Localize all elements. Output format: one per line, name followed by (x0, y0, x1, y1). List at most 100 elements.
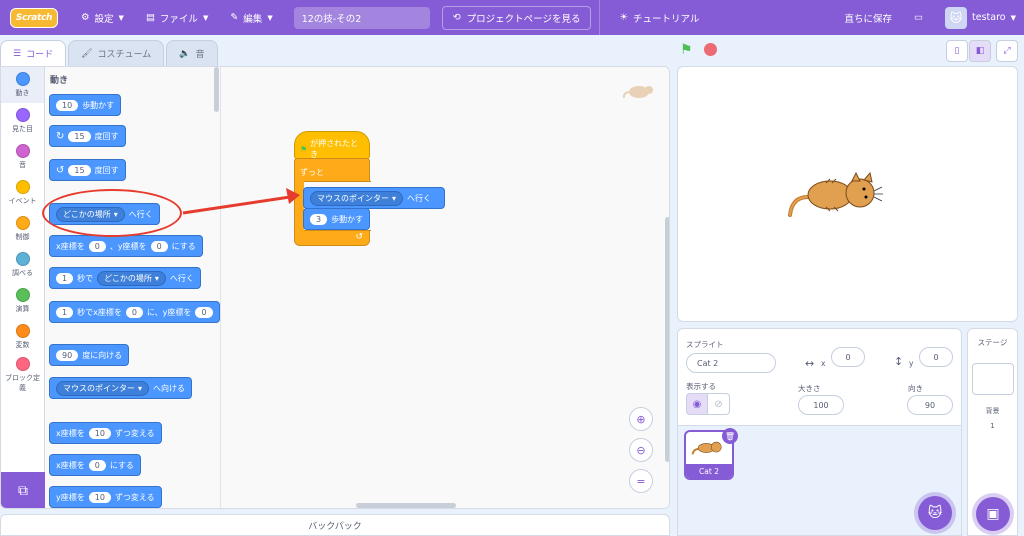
glide-to-block[interactable]: 1 秒で どこかの場所 ▾ へ行く (49, 267, 201, 289)
show-label: 表示する (686, 382, 716, 391)
scratch-logo[interactable]: Scratch (10, 7, 58, 28)
move-steps-block[interactable]: 10 歩動かす (49, 94, 122, 116)
x-value-input[interactable]: 0 (88, 459, 106, 471)
edit-label: 編集 (243, 13, 263, 25)
category-operators[interactable]: 演算 (1, 283, 44, 319)
turn-right-block[interactable]: ↻ 15 度回す (49, 125, 126, 147)
stage-canvas[interactable] (677, 66, 1018, 322)
script-goto-block[interactable]: マウスのポインター ▾ へ行く (303, 187, 445, 209)
block-text: x座標を (56, 460, 85, 470)
point-towards-block[interactable]: マウスのポインター ▾ へ向ける (49, 377, 193, 399)
zoom-reset-button[interactable]: = (629, 469, 653, 493)
category-events[interactable]: イベント (1, 175, 44, 211)
control-dot-icon (15, 216, 30, 230)
small-stage-button[interactable]: ▯ (946, 40, 968, 62)
y-change-input[interactable]: 10 (88, 491, 111, 503)
account-menu[interactable]: 🐱 testaro ▼ (945, 6, 1016, 29)
tab-costume[interactable]: 🖌 コスチューム (68, 40, 165, 66)
settings-menu[interactable]: ⚙ 設定 ▼ (70, 0, 135, 35)
script-goto-dropdown[interactable]: マウスのポインター ▾ (310, 190, 404, 206)
glide-xy-block[interactable]: 1 秒でx座標を 0 に、y座標を 0 (49, 301, 220, 323)
glide-target-dropdown[interactable]: どこかの場所 ▾ (97, 270, 166, 286)
file-menu[interactable]: ▤ ファイル ▼ (135, 0, 219, 35)
y-position-input[interactable]: 0 (919, 347, 953, 367)
category-sound[interactable]: 音 (1, 139, 44, 175)
point-direction-block[interactable]: 90 度に向ける (49, 344, 130, 366)
folder-icon[interactable]: ▭ (914, 12, 923, 23)
fullscreen-button[interactable]: ⤢ (996, 40, 1018, 62)
category-label: 変数 (15, 341, 30, 349)
seconds-input[interactable]: 1 (56, 272, 74, 284)
block-text: 度に向ける (82, 350, 123, 360)
script-workspace[interactable]: ⚑ が押されたとき ずっと ↺ マウスのポインター ▾ へ行く 3 歩動かす ⊕ ⊖ … (221, 67, 669, 508)
turn-left-block[interactable]: ↺ 15 度回す (49, 159, 126, 181)
stop-button[interactable] (704, 43, 717, 56)
eye-off-icon: ⊘ (714, 398, 723, 410)
zoom-in-button[interactable]: ⊕ (629, 407, 653, 431)
workspace-h-scrollbar[interactable] (356, 503, 456, 508)
fullscreen-icon: ⤢ (1003, 46, 1011, 56)
x-input[interactable]: 0 (88, 240, 106, 252)
choose-sprite-button[interactable]: 🐱 (918, 496, 952, 530)
block-text: に、y座標を (146, 307, 192, 317)
tab-sound[interactable]: 🔈 音 (166, 40, 218, 66)
dropdown-value: マウスのポインター (63, 383, 135, 393)
steps-input[interactable]: 10 (56, 99, 79, 111)
delete-sprite-button[interactable]: 🗑 (722, 428, 738, 444)
y-arrows-icon: ↕ (894, 355, 904, 368)
zoom-out-button[interactable]: ⊖ (629, 438, 653, 462)
sound-dot-icon (15, 144, 30, 158)
sprite-name-input[interactable]: Cat 2 (686, 353, 776, 373)
category-variables[interactable]: 変数 (1, 319, 44, 355)
project-page-button[interactable]: ⟲ プロジェクトページを見る (441, 5, 592, 30)
change-x-block[interactable]: x座標を 10 ずつ変える (49, 422, 162, 444)
green-flag-button[interactable]: ⚑ (680, 42, 693, 58)
hide-eye-button[interactable]: ⊘ (708, 393, 730, 415)
point-target-dropdown[interactable]: マウスのポインター ▾ (56, 380, 150, 396)
tab-code[interactable]: ☰ コード (0, 40, 67, 66)
choose-backdrop-button[interactable]: ▣ (976, 497, 1010, 531)
direction-input[interactable]: 90 (56, 349, 79, 361)
category-label: 調べる (12, 269, 33, 277)
script-move-block[interactable]: 3 歩動かす (303, 208, 371, 230)
add-extension-button[interactable]: ⧉ (1, 472, 45, 508)
palette-scrollbar[interactable] (214, 67, 219, 112)
goto-xy-block[interactable]: x座標を 0 、y座標を 0 にする (49, 235, 203, 257)
show-eye-button[interactable]: ◉ (686, 393, 708, 415)
normal-stage-button[interactable]: ◧ (969, 40, 991, 62)
set-x-block[interactable]: x座標を 0 にする (49, 454, 141, 476)
category-motion[interactable]: 動き (1, 67, 44, 103)
seconds-input[interactable]: 1 (56, 306, 74, 318)
username: testaro (972, 12, 1006, 23)
block-text: 、y座標を (109, 241, 147, 251)
change-y-block[interactable]: y座標を 10 ずつ変える (49, 486, 162, 508)
degrees-input[interactable]: 15 (68, 164, 91, 176)
category-my-blocks[interactable]: ブロック定義 (1, 355, 44, 395)
size-input[interactable]: 100 (798, 395, 844, 415)
category-control[interactable]: 制御 (1, 211, 44, 247)
backdrops-count: 1 (990, 422, 995, 430)
tutorial-menu[interactable]: ☀ チュートリアル (608, 0, 710, 35)
backpack-bar[interactable]: バックパック (0, 514, 670, 536)
direction-label: 向き (908, 384, 923, 393)
degrees-input[interactable]: 15 (68, 130, 91, 142)
block-text: 度回す (94, 165, 119, 175)
workspace-v-scrollbar[interactable] (665, 217, 669, 462)
stage-selector[interactable]: ステージ 背景 1 ▣ (967, 328, 1018, 536)
x-change-input[interactable]: 10 (88, 427, 111, 439)
block-text: にする (171, 241, 196, 251)
edit-menu[interactable]: ✎ 編集 ▼ (219, 0, 283, 35)
cat-sprite[interactable] (786, 167, 886, 223)
y-input[interactable]: 0 (150, 240, 168, 252)
stage-thumbnail[interactable] (972, 363, 1014, 395)
x-position-input[interactable]: 0 (831, 347, 865, 367)
y-input[interactable]: 0 (195, 306, 213, 318)
script-steps-input[interactable]: 3 (310, 213, 328, 225)
save-now-button[interactable]: 直ちに保存 (845, 11, 893, 25)
x-input[interactable]: 0 (125, 306, 143, 318)
project-title-input[interactable]: 12の技-その2 (293, 6, 430, 29)
when-flag-clicked-block[interactable]: ⚑ が押されたとき (294, 131, 370, 159)
category-sensing[interactable]: 調べる (1, 247, 44, 283)
direction-input[interactable]: 90 (907, 395, 953, 415)
category-looks[interactable]: 見た目 (1, 103, 44, 139)
